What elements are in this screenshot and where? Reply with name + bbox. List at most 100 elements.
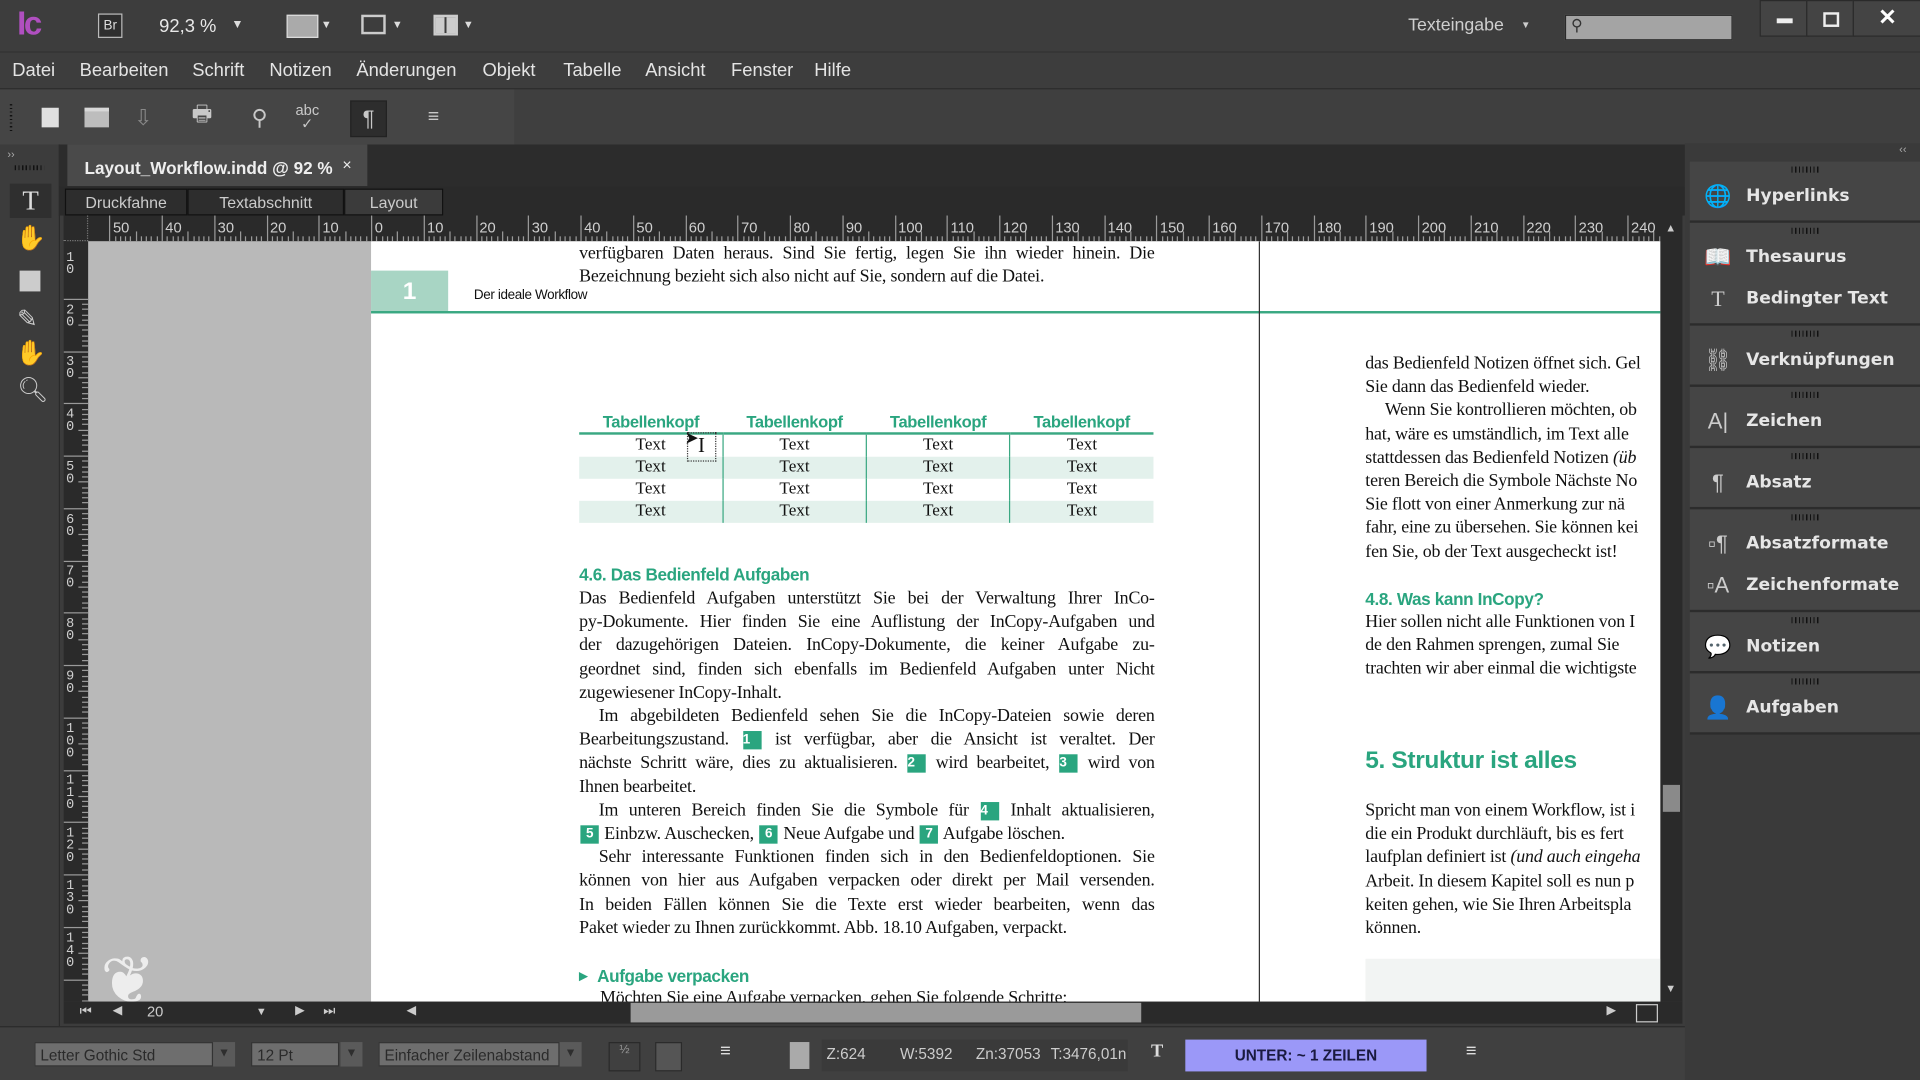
close-window-button[interactable]: ✕ xyxy=(1852,0,1920,37)
chevron-down-icon[interactable]: ▼ xyxy=(392,18,403,30)
panel-absatz[interactable]: ¶ Absatz xyxy=(1690,463,1920,502)
panel-absatzformate[interactable]: ▫¶ Absatzformate xyxy=(1690,524,1920,563)
panel-grip[interactable] xyxy=(1791,166,1821,173)
scroll-left-icon[interactable]: ◀ xyxy=(407,1004,416,1017)
status-menu-icon[interactable]: ≡ xyxy=(1466,1041,1477,1062)
line-spacing-icon[interactable]: ½ xyxy=(608,1042,641,1072)
zoom-level[interactable]: 92,3 % xyxy=(159,16,216,37)
left-text-column[interactable]: Tabellenkopf Tabellenkopf Tabellenkopf T… xyxy=(579,241,1155,1002)
table-cell[interactable]: Text xyxy=(579,500,723,523)
table-cell[interactable]: Text xyxy=(1009,500,1154,523)
arrange-documents-icon[interactable] xyxy=(433,14,458,36)
chevron-down-icon[interactable]: ▼ xyxy=(1521,20,1531,31)
open-folder-icon[interactable] xyxy=(81,102,113,134)
menu-schrift[interactable]: Schrift xyxy=(192,60,244,81)
save-icon[interactable]: ⇩ xyxy=(127,102,159,134)
new-document-icon[interactable] xyxy=(34,102,66,134)
text-table[interactable]: Tabellenkopf Tabellenkopf Tabellenkopf T… xyxy=(579,411,1154,523)
ruler-origin[interactable] xyxy=(63,215,89,242)
font-family-field[interactable]: Letter Gothic Std xyxy=(34,1042,214,1067)
document-tab[interactable]: Layout_Workflow.indd @ 92 % × xyxy=(67,144,368,187)
tab-layout[interactable]: Layout xyxy=(344,188,444,216)
panel-notizen[interactable]: 💬 Notizen xyxy=(1690,627,1920,666)
tools-grip[interactable] xyxy=(14,165,45,171)
table-cell[interactable]: Text xyxy=(865,478,1010,501)
previous-page-icon[interactable]: ◀ xyxy=(113,1004,122,1017)
restore-button[interactable] xyxy=(1806,0,1856,37)
close-tab-icon[interactable]: × xyxy=(342,156,351,174)
menu-datei[interactable]: Datei xyxy=(12,60,55,81)
table-cell[interactable]: Text xyxy=(865,500,1010,523)
type-tool-icon[interactable]: T xyxy=(9,183,52,218)
chevron-down-icon[interactable]: ▼ xyxy=(559,1042,582,1067)
table-cell[interactable]: Text xyxy=(1009,433,1154,457)
expand-tools-icon[interactable]: ›› xyxy=(7,148,14,160)
hand-tool-icon[interactable]: ✋ xyxy=(16,338,46,369)
table-cell[interactable]: Text xyxy=(1009,478,1154,501)
collapse-panels-icon[interactable]: ‹‹ xyxy=(1899,143,1906,155)
note-tool-icon[interactable] xyxy=(19,270,41,292)
chevron-down-icon[interactable]: ▼ xyxy=(321,18,332,30)
zoom-tool-icon[interactable]: 🔍︎ xyxy=(17,375,48,406)
menu-aenderungen[interactable]: Änderungen xyxy=(356,60,456,81)
chevron-down-icon[interactable]: ▼ xyxy=(213,1042,236,1067)
horizontal-scrollbar[interactable]: ⏮ ◀ 20 ▼ ▶ ⏭ ◀ ▶ xyxy=(63,1001,1683,1024)
panel-grip[interactable] xyxy=(1791,514,1821,521)
zoom-dropdown-icon[interactable]: ▼ xyxy=(231,18,243,31)
panel-hyperlinks[interactable]: 🌐 Hyperlinks xyxy=(1690,176,1920,215)
scroll-down-icon[interactable]: ▼ xyxy=(1665,982,1676,994)
split-window-icon[interactable] xyxy=(1635,1004,1658,1023)
menu-tabelle[interactable]: Tabelle xyxy=(563,60,621,81)
chevron-down-icon[interactable]: ▼ xyxy=(340,1042,363,1067)
toolbar-menu-icon[interactable]: ≡ xyxy=(418,102,450,134)
page-dropdown-icon[interactable]: ▼ xyxy=(256,1005,267,1017)
table-cell[interactable]: Text xyxy=(1009,456,1154,479)
table-cell[interactable]: Text xyxy=(722,500,867,523)
screen-mode-icon[interactable] xyxy=(361,14,386,35)
panel-grip[interactable] xyxy=(1791,678,1821,685)
panel-zeichenformate[interactable]: ▫A Zeichenformate xyxy=(1690,566,1920,605)
show-hidden-characters-icon[interactable]: ¶ xyxy=(350,100,387,138)
scroll-right-icon[interactable]: ▶ xyxy=(1607,1004,1616,1017)
bridge-button[interactable]: Br xyxy=(97,13,123,38)
panel-grip[interactable] xyxy=(1791,617,1821,624)
horizontal-scroll-thumb[interactable] xyxy=(630,1002,1142,1023)
tab-textabschnitt[interactable]: Textabschnitt xyxy=(187,188,345,216)
vertical-scrollbar[interactable]: ▲ ▼ xyxy=(1660,215,1683,1002)
vertical-scroll-thumb[interactable] xyxy=(1662,784,1681,812)
leading-field[interactable]: Einfacher Zeilenabstand xyxy=(378,1042,560,1067)
overset-indicator[interactable]: UNTER: ~ 1 ZEILEN xyxy=(1185,1039,1427,1072)
panel-grip[interactable] xyxy=(1791,330,1821,337)
menu-notizen[interactable]: Notizen xyxy=(269,60,331,81)
scroll-up-icon[interactable]: ▲ xyxy=(1665,222,1676,234)
position-tool-icon[interactable]: ✋ xyxy=(16,223,46,254)
toolbar-grip[interactable] xyxy=(9,104,13,132)
last-page-icon[interactable]: ⏭ xyxy=(323,1004,335,1020)
workspace-switcher[interactable]: Texteingabe xyxy=(1408,16,1504,36)
search-input[interactable]: ⚲ xyxy=(1564,14,1733,41)
panel-aufgaben[interactable]: 👤 Aufgaben xyxy=(1690,688,1920,727)
table-cell[interactable]: Text xyxy=(579,479,723,501)
first-page-icon[interactable]: ⏮ xyxy=(80,1004,92,1020)
status-menu-icon[interactable]: ≡ xyxy=(720,1041,731,1062)
table-cell[interactable]: Text xyxy=(722,478,867,501)
panel-thesaurus[interactable]: 📖 Thesaurus xyxy=(1690,238,1920,277)
horizontal-ruler[interactable]: 50 40 30 20 10 0 10 20 30 40 50 60 70 80 90 100 110 120 13… xyxy=(63,215,1661,243)
eyedropper-tool-icon[interactable]: ✎ xyxy=(17,304,38,335)
right-text-column[interactable]: 4.8. Was kann InCopy? 5. Struktur ist al… xyxy=(1365,241,1661,1002)
panel-grip[interactable] xyxy=(1791,391,1821,398)
table-cell[interactable]: Text xyxy=(865,433,1010,457)
chevron-down-icon[interactable]: ▼ xyxy=(463,18,474,30)
menu-hilfe[interactable]: Hilfe xyxy=(814,60,851,81)
table-cell[interactable]: Text xyxy=(722,456,867,479)
menu-bearbeiten[interactable]: Bearbeiten xyxy=(80,60,169,81)
next-page-icon[interactable]: ▶ xyxy=(295,1004,304,1017)
panel-zeichen[interactable]: A| Zeichen xyxy=(1690,402,1920,441)
minimize-button[interactable] xyxy=(1759,0,1809,37)
print-icon[interactable]: 🖶 xyxy=(186,102,218,134)
vertical-ruler[interactable]: 10 20 30 40 50 60 70 80 90 100 110 120 130 140 xyxy=(63,241,89,1002)
panel-verknüpfungen[interactable]: ⛓ Verknüpfungen xyxy=(1690,340,1920,379)
panel-grip[interactable] xyxy=(1791,453,1821,460)
view-options-icon[interactable] xyxy=(286,14,319,38)
menu-objekt[interactable]: Objekt xyxy=(482,60,535,81)
